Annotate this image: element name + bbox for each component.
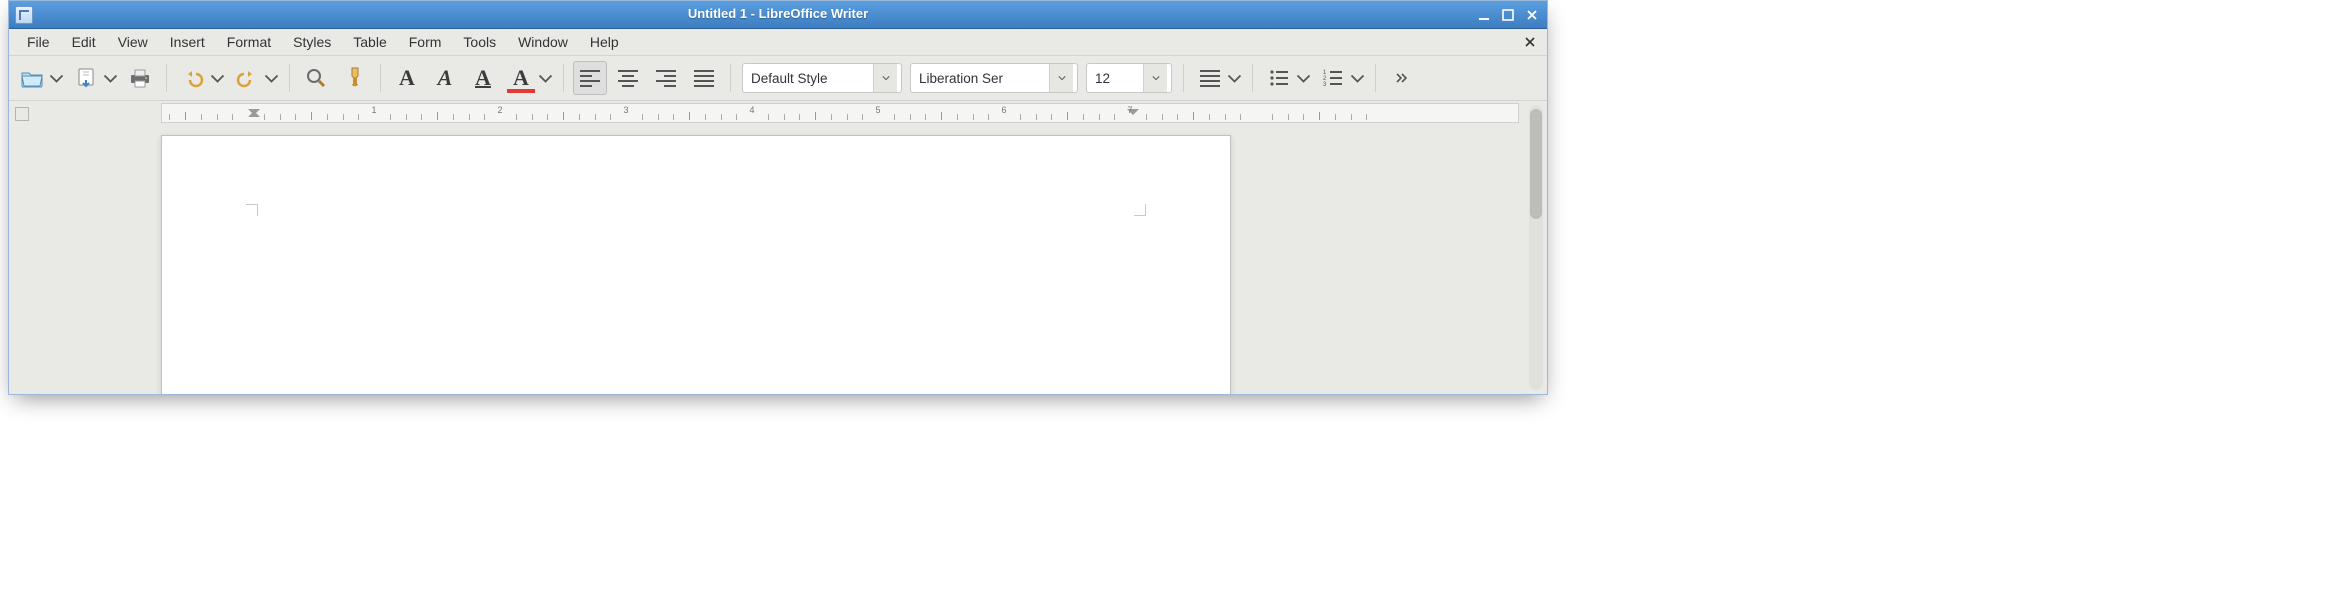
close-button[interactable] — [1523, 7, 1541, 23]
magnifier-icon — [305, 67, 327, 89]
undo-icon[interactable] — [176, 61, 210, 95]
menu-tools[interactable]: Tools — [453, 31, 506, 53]
menu-format[interactable]: Format — [217, 31, 281, 53]
menu-insert[interactable]: Insert — [160, 31, 215, 53]
numbered-list-icon[interactable]: 1 2 3 — [1316, 61, 1350, 95]
font-size-dropdown[interactable] — [1143, 64, 1167, 92]
ruler-corner[interactable] — [15, 107, 29, 121]
ruler-number: 1 — [371, 105, 376, 115]
close-document-button[interactable] — [1521, 33, 1539, 51]
menu-table[interactable]: Table — [343, 31, 396, 53]
paintbrush-icon — [343, 66, 365, 90]
redo-button[interactable] — [230, 61, 280, 95]
printer-icon — [128, 67, 152, 89]
find-replace-button[interactable] — [299, 61, 333, 95]
window-title: Untitled 1 - LibreOffice Writer — [9, 6, 1547, 21]
align-center-icon — [618, 70, 638, 87]
align-justify-icon — [694, 70, 714, 87]
redo-icon[interactable] — [230, 61, 264, 95]
menu-file[interactable]: File — [17, 31, 60, 53]
bold-icon: A — [399, 67, 415, 89]
menubar: File Edit View Insert Format Styles Tabl… — [9, 29, 1547, 56]
folder-open-icon[interactable] — [15, 61, 49, 95]
chevron-double-right-icon — [1395, 71, 1409, 85]
italic-icon: A — [438, 67, 453, 89]
align-right-button[interactable] — [649, 61, 683, 95]
minimize-button[interactable] — [1475, 7, 1493, 23]
paragraph-style-combo[interactable] — [742, 63, 902, 93]
ruler-number: 4 — [749, 105, 754, 115]
font-name-input[interactable] — [911, 64, 1049, 92]
print-button[interactable] — [123, 61, 157, 95]
clone-formatting-button[interactable] — [337, 61, 371, 95]
ruler-number: 2 — [497, 105, 502, 115]
bullet-list-dropdown[interactable] — [1296, 61, 1312, 95]
italic-button[interactable]: A — [428, 61, 462, 95]
undo-dropdown[interactable] — [210, 61, 226, 95]
bullet-list-icon[interactable] — [1262, 61, 1296, 95]
font-color-button[interactable]: A — [504, 61, 554, 95]
toolbar-overflow-button[interactable] — [1385, 61, 1419, 95]
font-name-combo[interactable] — [910, 63, 1078, 93]
open-dropdown[interactable] — [49, 61, 65, 95]
menu-styles[interactable]: Styles — [283, 31, 341, 53]
bullet-list-button[interactable] — [1262, 61, 1312, 95]
line-spacing-dropdown[interactable] — [1227, 61, 1243, 95]
redo-dropdown[interactable] — [264, 61, 280, 95]
maximize-button[interactable] — [1499, 7, 1517, 23]
font-name-dropdown[interactable] — [1049, 64, 1073, 92]
font-color-dropdown[interactable] — [538, 61, 554, 95]
numbered-list-button[interactable]: 1 2 3 — [1316, 61, 1366, 95]
bold-button[interactable]: A — [390, 61, 424, 95]
document-area: 1 2 3 4 5 6 7 — [9, 101, 1547, 394]
margin-corner-top-left — [246, 204, 258, 216]
vertical-scrollbar[interactable] — [1529, 105, 1543, 390]
left-indent-marker[interactable] — [248, 109, 260, 121]
line-spacing-button[interactable] — [1193, 61, 1243, 95]
horizontal-ruler[interactable]: 1 2 3 4 5 6 7 — [161, 103, 1519, 123]
paragraph-style-input[interactable] — [743, 64, 873, 92]
margin-corner-top-right — [1134, 204, 1146, 216]
svg-text:3: 3 — [1323, 82, 1327, 87]
menu-window[interactable]: Window — [508, 31, 578, 53]
ruler-number: 5 — [875, 105, 880, 115]
undo-button[interactable] — [176, 61, 226, 95]
underline-button[interactable]: A — [466, 61, 500, 95]
numbered-list-dropdown[interactable] — [1350, 61, 1366, 95]
application-window: Untitled 1 - LibreOffice Writer File Edi… — [8, 0, 1548, 395]
paragraph-style-dropdown[interactable] — [873, 64, 897, 92]
ruler-number: 6 — [1001, 105, 1006, 115]
menu-form[interactable]: Form — [399, 31, 452, 53]
titlebar: Untitled 1 - LibreOffice Writer — [9, 1, 1547, 29]
ruler-number: 3 — [623, 105, 628, 115]
open-button[interactable] — [15, 61, 65, 95]
menu-edit[interactable]: Edit — [62, 31, 106, 53]
document-page[interactable] — [161, 135, 1231, 394]
menu-view[interactable]: View — [108, 31, 158, 53]
ruler-number: 7 — [1127, 105, 1132, 115]
font-size-combo[interactable] — [1086, 63, 1172, 93]
menu-help[interactable]: Help — [580, 31, 629, 53]
align-left-icon — [580, 70, 600, 87]
font-size-input[interactable] — [1087, 64, 1143, 92]
underline-icon: A — [475, 67, 491, 89]
save-dropdown[interactable] — [103, 61, 119, 95]
line-spacing-icon[interactable] — [1193, 61, 1227, 95]
app-icon — [15, 6, 33, 24]
save-button[interactable] — [69, 61, 119, 95]
align-center-button[interactable] — [611, 61, 645, 95]
align-left-button[interactable] — [573, 61, 607, 95]
save-icon[interactable] — [69, 61, 103, 95]
main-toolbar: A A A A — [9, 56, 1547, 101]
align-justify-button[interactable] — [687, 61, 721, 95]
font-color-icon[interactable]: A — [504, 61, 538, 95]
scrollbar-thumb[interactable] — [1530, 109, 1542, 219]
align-right-icon — [656, 70, 676, 87]
